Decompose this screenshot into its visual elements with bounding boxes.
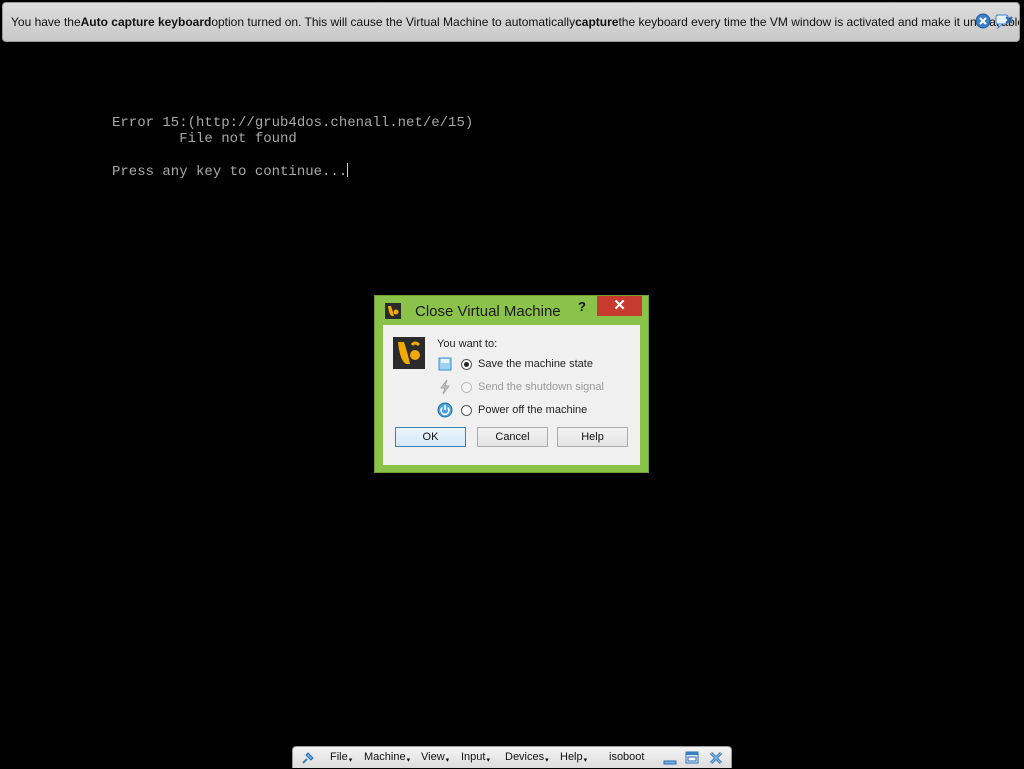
restore-window-icon[interactable] <box>684 750 700 766</box>
virtualbox-icon <box>385 303 401 319</box>
vm-console[interactable]: Error 15:(http://grub4dos.chenall.net/e/… <box>112 99 473 196</box>
help-question-icon[interactable]: ? <box>578 299 586 314</box>
mini-toolbar: File▾ Machine▾ View▾ Input▾ Devices▾ Hel… <box>292 746 732 768</box>
minimize-icon[interactable] <box>662 750 678 766</box>
auto-capture-notification: You have the Auto capture keyboard optio… <box>2 2 1020 42</box>
save-state-radio[interactable] <box>461 358 472 370</box>
notice-text-1: You have the <box>11 15 81 29</box>
menu-input[interactable]: Input▾ <box>461 751 490 764</box>
vm-name-label: isoboot <box>609 751 645 763</box>
chevron-down-icon: ▾ <box>445 757 450 764</box>
chevron-down-icon: ▾ <box>348 757 353 764</box>
chevron-down-icon: ▾ <box>545 757 549 764</box>
notice-bold-2: capture <box>575 15 619 29</box>
notice-buttons <box>975 13 1013 30</box>
power-off-icon <box>437 402 453 418</box>
dialog-close-button[interactable]: ✕ <box>597 296 642 316</box>
cancel-button[interactable]: Cancel <box>477 427 548 447</box>
notice-bold-1: Auto capture keyboard <box>80 15 212 29</box>
close-icon[interactable] <box>975 13 991 29</box>
console-prompt-line: Press any key to continue... <box>112 163 473 180</box>
help-button[interactable]: Help <box>557 427 628 447</box>
dialog-prompt: You want to: <box>437 338 498 350</box>
pin-icon[interactable] <box>300 750 316 766</box>
dialog-titlebar[interactable]: Close Virtual Machine ? ✕ <box>375 296 648 326</box>
shutdown-signal-icon <box>437 379 453 395</box>
dialog-title: Close Virtual Machine <box>415 303 561 320</box>
power-off-label[interactable]: Power off the machine <box>478 404 587 416</box>
shutdown-signal-radio <box>461 381 472 393</box>
notice-text-2: option turned on. This will cause the Vi… <box>211 15 576 29</box>
virtualbox-logo-icon <box>393 337 425 369</box>
ok-button[interactable]: OK <box>395 427 466 447</box>
menu-view-label: View <box>421 751 445 763</box>
dialog-body: You want to: Save the machine state Send… <box>383 325 640 465</box>
menu-devices-label: Devices <box>505 751 545 763</box>
save-state-icon <box>437 356 453 372</box>
option-row-shutdown: Send the shutdown signal <box>437 378 604 396</box>
menu-input-label: Input <box>461 751 486 763</box>
menu-machine-label: Machine <box>364 751 406 763</box>
option-row-save[interactable]: Save the machine state <box>437 355 593 373</box>
console-error-line: Error 15:(http://grub4dos.chenall.net/e/… <box>112 115 474 131</box>
save-state-label[interactable]: Save the machine state <box>478 358 593 370</box>
close-vm-dialog: Close Virtual Machine ? ✕ You want to: S… <box>374 295 649 473</box>
chevron-down-icon: ▾ <box>406 757 411 764</box>
menu-file-label: File <box>330 751 348 763</box>
console-file-not-found-line: File not found <box>112 131 297 147</box>
close-vm-icon[interactable] <box>708 750 724 766</box>
option-row-poweroff[interactable]: Power off the machine <box>437 401 587 419</box>
menu-help-label: Help <box>560 751 583 763</box>
menu-view[interactable]: View▾ <box>421 751 449 764</box>
menu-help[interactable]: Help▾ <box>560 751 587 764</box>
menu-machine[interactable]: Machine▾ <box>364 751 410 764</box>
chevron-down-icon: ▾ <box>486 757 490 764</box>
shutdown-signal-label: Send the shutdown signal <box>478 381 604 393</box>
menu-devices[interactable]: Devices▾ <box>505 751 549 764</box>
console-prompt-text: Press any key to continue... <box>112 164 348 180</box>
chevron-down-icon: ▾ <box>583 757 588 764</box>
notice-text-3: the keyboard every time the VM window is… <box>618 15 1020 29</box>
power-off-radio[interactable] <box>461 404 472 416</box>
text-cursor <box>347 163 349 177</box>
dont-show-again-icon[interactable] <box>995 13 1013 30</box>
menu-file[interactable]: File▾ <box>330 751 352 764</box>
